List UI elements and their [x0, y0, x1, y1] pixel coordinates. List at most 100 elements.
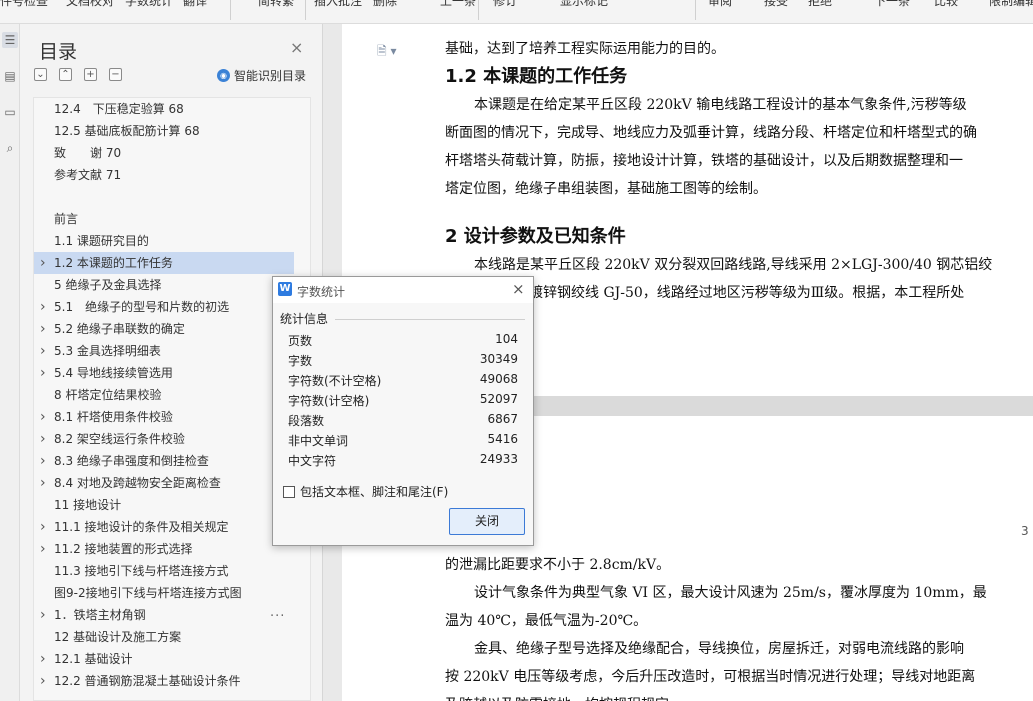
toc-item[interactable]: › 11.1 接地设计的条件及相关规定	[34, 516, 294, 538]
toc-item[interactable]: 8 杆塔定位结果校验	[34, 384, 294, 406]
chevron-right-icon[interactable]: ›	[40, 604, 46, 626]
toc-item[interactable]: › 5.1 绝缘子的型号和片数的初选	[34, 296, 294, 318]
body-text-line: 温为 40℃，最低气温为-20℃。	[445, 613, 648, 629]
toc-item-label: 8.3 绝缘子串强度和倒挂检查	[54, 454, 209, 468]
close-icon[interactable]: ×	[290, 38, 303, 57]
stat-row: 字符数(不计空格) 49068	[288, 372, 518, 392]
close-icon[interactable]: ×	[512, 280, 525, 298]
ribbon-item[interactable]: 修订	[493, 0, 517, 9]
toc-item[interactable]: 12.5 基础底板配筋计算 68	[34, 120, 294, 142]
body-text-line: 本课题是在给定某平丘区段 220kV 输电线路工程设计的基本气象条件,污秽等级	[474, 97, 967, 113]
toc-item[interactable]: › 8.1 杆塔使用条件校验	[34, 406, 294, 428]
toc-item[interactable]: › 12.1 基础设计	[34, 648, 294, 670]
body-text-line: 杆塔塔头荷载计算，防振，接地设计计算，铁塔的基础设计，以及后期数据整理和一	[445, 153, 963, 169]
toc-item[interactable]: › 1.2 本课题的工作任务	[34, 252, 294, 274]
toc-item-label: 12.1 基础设计	[54, 652, 133, 666]
body-text-line: 金具、绝缘子型号选择及绝缘配合，导线换位，房屋拆迁，对弱电流线路的影响	[474, 641, 964, 657]
smart-toc-button[interactable]: ◉ 智能识别目录	[217, 67, 306, 84]
find-icon[interactable]: ⌕	[2, 140, 18, 156]
toc-item[interactable]: › 5.4 导地线接续管选用	[34, 362, 294, 384]
stat-row: 中文字符 24933	[288, 452, 518, 472]
chevron-right-icon[interactable]: ›	[40, 406, 46, 428]
pages-icon[interactable]: ▤	[2, 68, 18, 84]
ribbon-item[interactable]: 简转繁	[258, 0, 294, 9]
toc-item[interactable]: › 5.3 金具选择明细表	[34, 340, 294, 362]
ribbon-item[interactable]: 上一条	[440, 0, 476, 9]
toc-item[interactable]: 11 接地设计	[34, 494, 294, 516]
toc-item[interactable]: 12.4 下压稳定验算 68	[34, 98, 294, 120]
toc-item[interactable]: 致 谢 70	[34, 142, 294, 164]
chevron-right-icon[interactable]: ›	[40, 296, 46, 318]
toc-item-label: 5.4 导地线接续管选用	[54, 366, 173, 380]
toc-item[interactable]: 12 基础设计及施工方案	[34, 626, 294, 648]
checkbox-box[interactable]	[283, 485, 295, 498]
remove-item-button[interactable]: −	[109, 68, 122, 81]
stat-label: 字符数(不计空格)	[288, 374, 382, 388]
include-textbox-checkbox[interactable]: 包括文本框、脚注和尾注(F)	[283, 483, 448, 500]
chevron-right-icon[interactable]: ›	[40, 670, 46, 692]
toc-item[interactable]: › 8.2 架空线运行条件校验	[34, 428, 294, 450]
ribbon-item[interactable]: 显示标记	[560, 0, 608, 9]
dialog-titlebar[interactable]: W 字数统计 ×	[273, 277, 533, 303]
toc-item[interactable]: › 11.2 接地装置的形式选择	[34, 538, 294, 560]
collapse-all-button[interactable]: ⌃	[59, 68, 72, 81]
toc-item[interactable]: 前言	[34, 208, 294, 230]
toc-item-label: 11.1 接地设计的条件及相关规定	[54, 520, 229, 534]
toc-item[interactable]: › 1．铁塔主材角钢	[34, 604, 294, 626]
smart-toc-label: 智能识别目录	[234, 69, 307, 83]
chevron-right-icon[interactable]: ›	[40, 538, 46, 560]
stat-value: 49068	[479, 372, 518, 386]
add-item-button[interactable]: +	[84, 68, 97, 81]
chevron-right-icon[interactable]: ›	[40, 516, 46, 538]
toc-item-label: 12.5 基础底板配筋计算 68	[54, 124, 200, 138]
stat-value: 104	[495, 332, 518, 346]
toc-item-label: 12.2 普通钢筋混凝土基础设计条件	[54, 674, 241, 688]
toc-item[interactable]: 5 绝缘子及金具选择	[34, 274, 294, 296]
toc-item[interactable]: › 12.2 普通钢筋混凝土基础设计条件	[34, 670, 294, 692]
stat-row: 字符数(计空格) 52097	[288, 392, 518, 412]
chevron-right-icon[interactable]: ›	[40, 648, 46, 670]
ribbon-item[interactable]: 拒绝	[808, 0, 832, 9]
ribbon-item[interactable]: 字数统计	[125, 0, 173, 9]
body-text-line: 基础，达到了培养工程实际运用能力的目的。	[445, 41, 725, 57]
ribbon-item[interactable]: 审阅	[708, 0, 732, 9]
chevron-right-icon[interactable]: ›	[40, 362, 46, 384]
paragraph-icon[interactable]: 🗎 ▾	[377, 42, 397, 63]
ribbon-item[interactable]: 比较	[934, 0, 958, 9]
toc-item-label: 1.2 本课题的工作任务	[54, 256, 173, 270]
chevron-right-icon[interactable]: ›	[40, 318, 46, 340]
ribbon-item[interactable]: 翻译	[183, 0, 207, 9]
ribbon-item[interactable]: 文档校对	[66, 0, 114, 9]
toc-item[interactable]: 1.1 课题研究目的	[34, 230, 294, 252]
toc-item[interactable]: 参考文献 71	[34, 164, 294, 186]
ribbon-item[interactable]: 删除	[373, 0, 397, 9]
toc-item[interactable]: 图9-2接地引下线与杆塔连接方式图	[34, 582, 294, 604]
bookmark-icon[interactable]: ▭	[2, 104, 18, 120]
toc-item-label: 1．铁塔主材角钢	[54, 608, 146, 622]
expand-all-button[interactable]: ⌄	[34, 68, 47, 81]
toc-list: ... 12.4 下压稳定验算 68 12.5 基础底板配筋计算 68 致 谢 70…	[33, 97, 311, 701]
chevron-right-icon[interactable]: ›	[40, 428, 46, 450]
close-button[interactable]: 关闭	[449, 508, 525, 535]
body-text-line: 断面图的情况下，完成导、地线应力及弧垂计算，线路分段、杆塔定位和杆塔型式的确	[445, 125, 977, 141]
toc-icon[interactable]: ☰	[2, 32, 18, 48]
toc-item	[34, 186, 294, 208]
ribbon-item[interactable]: 插入批注	[314, 0, 362, 9]
stat-label: 字数	[288, 354, 313, 368]
toc-title: 目录	[39, 41, 78, 63]
ribbon-item[interactable]: 下一条	[874, 0, 910, 9]
chevron-right-icon[interactable]: ›	[40, 472, 46, 494]
ribbon-item[interactable]: 限制编辑	[989, 0, 1033, 9]
chevron-right-icon[interactable]: ›	[40, 450, 46, 472]
toc-item[interactable]: › 8.3 绝缘子串强度和倒挂检查	[34, 450, 294, 472]
ribbon-item[interactable]: 接受	[764, 0, 788, 9]
stat-value: 24933	[479, 452, 518, 466]
toc-item[interactable]: 11.3 接地引下线与杆塔连接方式	[34, 560, 294, 582]
toc-item-label: 8.1 杆塔使用条件校验	[54, 410, 173, 424]
chevron-right-icon[interactable]: ›	[40, 252, 46, 274]
toc-item[interactable]: › 5.2 绝缘子串联数的确定	[34, 318, 294, 340]
toc-item-label: 5.2 绝缘子串联数的确定	[54, 322, 185, 336]
ribbon-item[interactable]: 件号检查	[0, 0, 48, 9]
toc-item[interactable]: › 8.4 对地及跨越物安全距离检查	[34, 472, 294, 494]
chevron-right-icon[interactable]: ›	[40, 340, 46, 362]
